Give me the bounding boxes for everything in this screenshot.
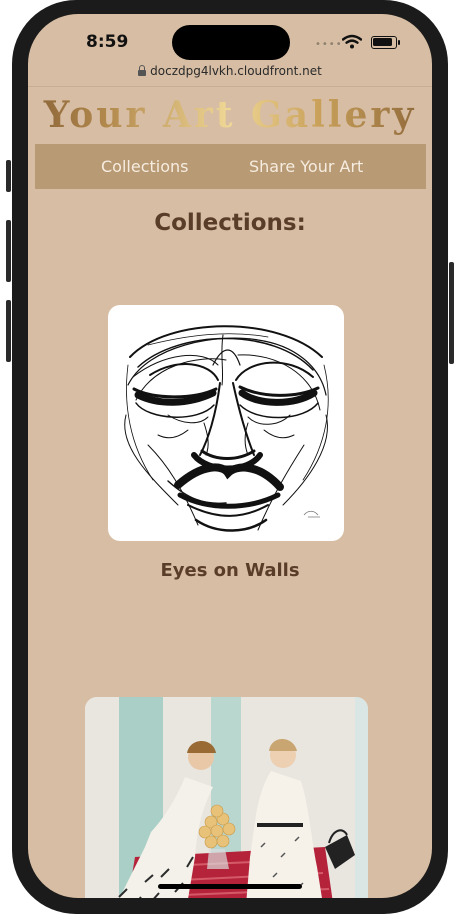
status-time: 8:59 bbox=[86, 32, 129, 52]
screen: 8:59 •••• doczdpg4lvkh.cloudfront.net Yo… bbox=[28, 14, 432, 898]
site-title: Your Art Gallery bbox=[28, 94, 432, 136]
home-indicator[interactable] bbox=[158, 884, 302, 889]
artist-signature bbox=[303, 510, 320, 518]
battery-icon bbox=[371, 36, 400, 49]
side-button-mute bbox=[6, 160, 11, 192]
artwork-caption: Eyes on Walls bbox=[160, 560, 300, 581]
vintage-photo-artwork bbox=[85, 697, 368, 898]
address-bar[interactable]: doczdpg4lvkh.cloudfront.net bbox=[28, 64, 432, 78]
side-button-volume-up bbox=[6, 220, 11, 282]
dynamic-island bbox=[172, 25, 290, 60]
nav-bar: Collections Share Your Art bbox=[35, 144, 426, 189]
artwork-image-two-women[interactable] bbox=[85, 697, 368, 898]
side-button-volume-down bbox=[6, 300, 11, 362]
wifi-icon bbox=[342, 34, 362, 49]
lock-icon bbox=[138, 65, 147, 76]
url-text: doczdpg4lvkh.cloudfront.net bbox=[150, 64, 322, 78]
collections-heading: Collections: bbox=[154, 210, 306, 236]
cellular-signal-icon: •••• bbox=[315, 39, 343, 50]
nav-link-collections[interactable]: Collections bbox=[101, 157, 188, 176]
artwork-image-eyes-on-walls[interactable] bbox=[108, 305, 344, 541]
face-sketch-artwork bbox=[124, 325, 329, 532]
nav-link-share-your-art[interactable]: Share Your Art bbox=[249, 157, 363, 176]
side-button-power bbox=[449, 262, 454, 364]
address-bar-divider bbox=[28, 86, 432, 87]
